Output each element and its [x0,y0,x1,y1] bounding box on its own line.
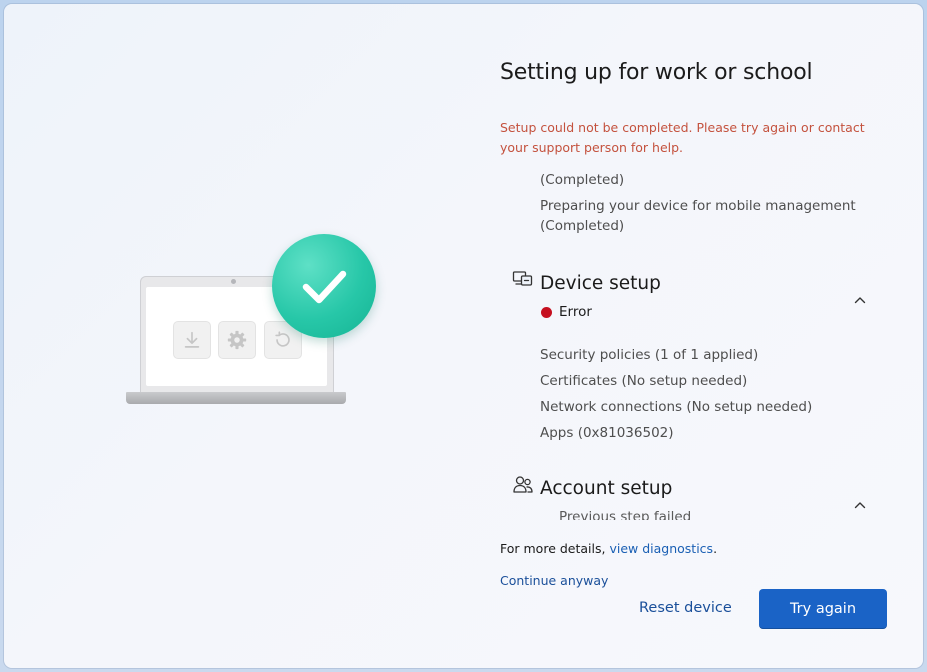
device-setup-title: Device setup [540,273,661,294]
device-item-apps: Apps (0x81036502) [540,425,674,441]
previous-item-status: (Completed) [540,218,625,234]
view-diagnostics-link[interactable]: view diagnostics [609,541,713,556]
gear-icon [219,322,255,358]
details-prefix: For more details, [500,541,606,556]
page-title: Setting up for work or school [500,60,813,85]
laptop-camera [231,279,236,284]
device-item-certificates: Certificates (No setup needed) [540,373,748,389]
previous-item-mobile-management: Preparing your device for mobile managem… [540,198,856,214]
account-setup-title: Account setup [540,478,673,499]
setup-status-pane: Setting up for work or school Setup coul… [500,4,900,668]
laptop-base [126,392,346,404]
checkmark-icon [272,234,376,338]
previous-item-completed: (Completed) [540,172,625,188]
details-suffix: . [713,541,718,556]
device-item-security-policies: Security policies (1 of 1 applied) [540,347,759,363]
device-setup-status: Error [559,304,592,320]
continue-anyway-link[interactable]: Continue anyway [500,573,608,588]
oobe-window: Setting up for work or school Setup coul… [4,4,923,668]
device-setup-icon [512,271,533,286]
reset-device-button[interactable]: Reset device [639,600,732,616]
try-again-button[interactable]: Try again [759,589,887,629]
download-icon [174,322,210,358]
chevron-up-icon[interactable] [852,497,868,513]
setup-progress-list[interactable]: (Completed) Preparing your device for mo… [500,168,892,520]
details-line: For more details, view diagnostics. [500,541,717,556]
chevron-up-icon[interactable] [852,292,868,308]
error-message: Setup could not be completed. Please try… [500,120,865,155]
error-status-dot [541,307,552,318]
setup-illustration [122,232,382,412]
account-setup-icon [513,476,533,493]
account-setup-status: Previous step failed [559,509,692,520]
device-item-network-connections: Network connections (No setup needed) [540,399,813,415]
